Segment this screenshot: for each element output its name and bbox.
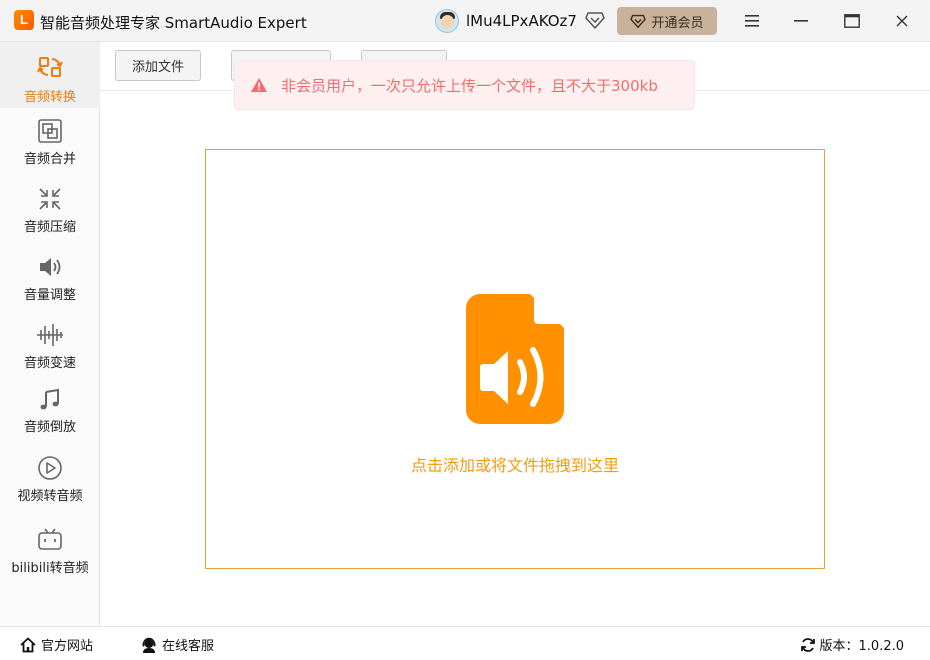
play-icon xyxy=(38,456,62,480)
sidebar-item-audio-convert[interactable]: 音频转换 xyxy=(0,42,100,108)
menu-button[interactable] xyxy=(737,8,767,34)
music-note-icon xyxy=(40,388,59,410)
sidebar-item-label: 音频变速 xyxy=(23,356,76,371)
refresh-icon xyxy=(800,637,815,652)
home-icon xyxy=(20,637,36,652)
sidebar-item-audio-compress[interactable]: 音频压缩 xyxy=(0,186,100,235)
warning-toast: 非会员用户，一次只允许上传一个文件，且不大于300kb xyxy=(234,60,695,110)
volume-icon xyxy=(40,258,61,276)
sidebar-item-audio-reverse[interactable]: 音频倒放 xyxy=(0,388,100,435)
online-support-label: 在线客服 xyxy=(162,639,215,654)
diamond-icon xyxy=(585,12,605,29)
vip-label: 开通会员 xyxy=(651,15,704,31)
official-website-link[interactable]: 官方网站 xyxy=(20,635,93,654)
add-file-button[interactable]: 添加文件 xyxy=(115,50,201,81)
sidebar-item-video-to-audio[interactable]: 视频转音频 xyxy=(0,455,100,504)
sidebar-item-label: 音频合并 xyxy=(23,152,76,167)
warning-message: 非会员用户，一次只允许上传一个文件，且不大于300kb xyxy=(281,76,658,95)
sidebar-item-bilibili-to-audio[interactable]: bilibili转音频 xyxy=(0,527,100,576)
username[interactable]: lMu4LPxAKOz7 xyxy=(466,12,577,30)
bilibili-icon xyxy=(38,528,62,550)
title-bar: L 智能音频处理专家 SmartAudio Expert lMu4LPxAKOz… xyxy=(0,0,930,42)
sidebar-item-volume-adjust[interactable]: 音量调整 xyxy=(0,254,100,303)
menu-icon xyxy=(745,15,759,27)
footer: 官方网站 在线客服 版本：1.0.2.0 xyxy=(0,626,930,660)
version-label: 版本：1.0.2.0 xyxy=(819,639,904,654)
vip-button[interactable]: 开通会员 xyxy=(617,7,717,35)
close-button[interactable] xyxy=(887,8,917,34)
sidebar-item-label: 音频转换 xyxy=(23,90,76,105)
app-title: 智能音频处理专家 SmartAudio Expert xyxy=(40,14,307,32)
close-icon xyxy=(896,15,908,27)
sidebar-item-label: 音频倒放 xyxy=(23,420,76,435)
sidebar-item-label: 音量调整 xyxy=(23,288,76,303)
online-support-link[interactable]: 在线客服 xyxy=(141,635,214,654)
official-website-label: 官方网站 xyxy=(41,639,94,654)
file-drop-zone[interactable]: 点击添加或将文件拖拽到这里 xyxy=(205,149,825,569)
sidebar-item-audio-speed[interactable]: 音频变速 xyxy=(0,322,100,371)
maximize-button[interactable] xyxy=(837,8,867,34)
customer-service-icon xyxy=(142,637,156,653)
sidebar-item-audio-merge[interactable]: 音频合并 xyxy=(0,118,100,167)
sidebar-item-label: bilibili转音频 xyxy=(11,561,89,576)
merge-icon xyxy=(38,119,62,143)
compress-icon xyxy=(39,188,61,210)
maximize-icon xyxy=(844,14,860,28)
sidebar-item-label: 音频压缩 xyxy=(23,220,76,235)
sidebar: 音频转换 音频合并 音频压缩 音量调整 音频变速 音频倒放 视频转音频 bili… xyxy=(0,42,100,626)
vip-diamond-icon xyxy=(630,14,647,28)
audio-file-icon xyxy=(466,294,564,424)
version-info[interactable]: 版本：1.0.2.0 xyxy=(800,635,904,654)
user-avatar[interactable] xyxy=(435,9,459,33)
minimize-button[interactable] xyxy=(786,8,816,34)
warning-icon xyxy=(251,78,267,92)
waveform-icon xyxy=(37,324,63,346)
convert-icon xyxy=(37,57,63,77)
minimize-icon xyxy=(794,20,808,22)
app-logo: L xyxy=(14,10,34,30)
drop-hint: 点击添加或将文件拖拽到这里 xyxy=(410,456,619,475)
sidebar-item-label: 视频转音频 xyxy=(17,489,83,504)
